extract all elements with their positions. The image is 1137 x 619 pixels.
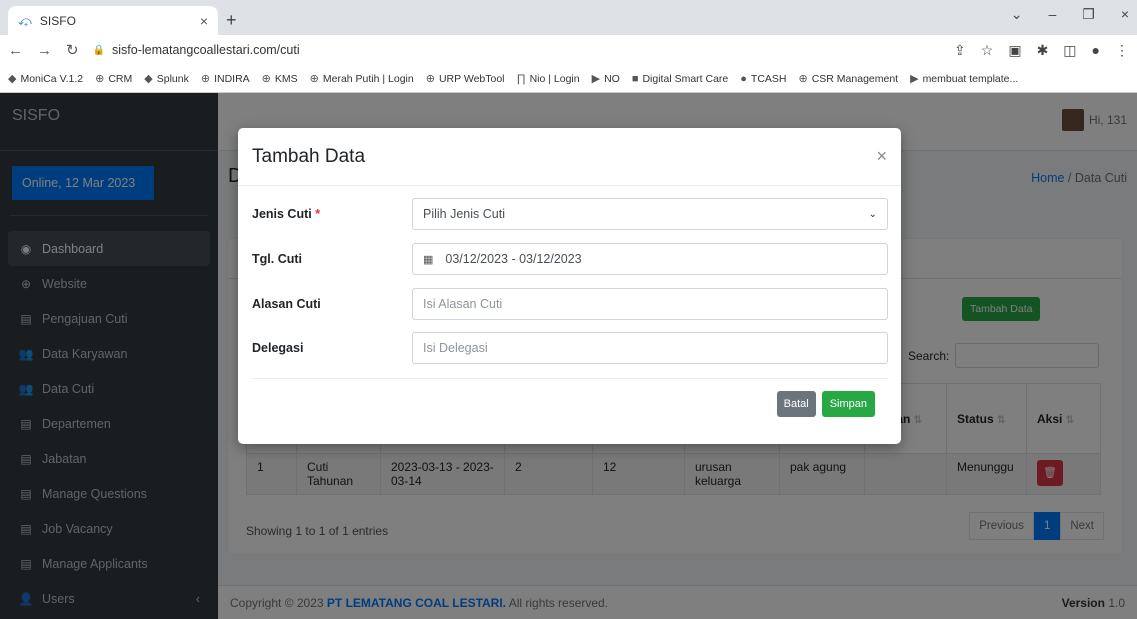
alasan-cuti-input[interactable]: Isi Alasan Cuti	[412, 288, 888, 320]
close-window-icon[interactable]: ×	[1121, 6, 1129, 23]
extension-icon[interactable]: ▣	[1008, 42, 1021, 59]
bookmark-item[interactable]: ● TCASH	[740, 73, 786, 85]
bookmark-item[interactable]: ▶ NO	[591, 72, 620, 86]
bookmark-item[interactable]: ■ Digital Smart Care	[632, 73, 728, 85]
alasan-cuti-label: Alasan Cuti	[252, 297, 321, 311]
bookmark-item[interactable]: ⊕ CRM	[95, 72, 132, 86]
tab-list-chevron-icon[interactable]: ⌄	[1011, 6, 1023, 23]
tgl-cuti-input[interactable]: ▦ 03/12/2023 - 03/12/2023	[412, 243, 888, 275]
browser-tab[interactable]: ⤽ SISFO ×	[8, 6, 218, 35]
menu-dots-icon[interactable]: ⋮	[1115, 42, 1129, 59]
save-button[interactable]: Simpan	[821, 391, 875, 417]
globe-icon: ⊕	[309, 73, 319, 85]
globe-icon: ⊕	[95, 73, 105, 85]
cancel-button[interactable]: Batal	[776, 391, 816, 417]
bookmark-item[interactable]: ∏ Nio | Login	[517, 73, 580, 85]
reload-icon[interactable]: ↻	[66, 41, 79, 59]
restore-icon[interactable]: ❐	[1082, 6, 1095, 23]
sisfo-favicon-icon: ⤽	[18, 12, 32, 28]
share-icon[interactable]: ⇪	[954, 42, 966, 59]
bookmark-item[interactable]: ◆ Splunk	[144, 72, 189, 86]
jenis-cuti-select[interactable]: Pilih Jenis Cuti ⌄	[412, 198, 888, 230]
modal-close-icon[interactable]: ×	[876, 146, 887, 167]
calendar-icon: ▦	[423, 253, 434, 266]
puzzle-icon[interactable]: ✱	[1037, 42, 1049, 59]
browser-tabbar: ⤽ SISFO × + ⌄ – ❐ ×	[0, 0, 1137, 35]
delegasi-row: Delegasi Isi Delegasi	[252, 332, 888, 364]
bookmark-item[interactable]: ⊕ Merah Putih | Login	[309, 72, 414, 86]
address-bar: ← → ↻ 🔒 sisfo-lematangcoallestari.com/cu…	[0, 35, 1137, 65]
bookmark-icon: ◆	[144, 73, 153, 85]
globe-icon: ⊕	[798, 73, 808, 85]
nio-icon: ∏	[516, 72, 526, 85]
tab-title: SISFO	[39, 13, 76, 28]
alasan-cuti-row: Alasan Cuti Isi Alasan Cuti	[252, 288, 888, 320]
back-icon[interactable]: ←	[8, 42, 23, 59]
modal-divider	[252, 378, 888, 379]
bookmark-item[interactable]: ◆ MoniCa V.1.2	[8, 72, 83, 86]
bookmark-item[interactable]: ⊕ URP WebTool	[425, 72, 505, 86]
jenis-cuti-label: Jenis Cuti *	[252, 207, 321, 221]
no-icon: ▶	[591, 73, 601, 85]
tcash-icon: ●	[740, 72, 747, 85]
bookmark-icon: ◆	[8, 73, 17, 85]
delegasi-label: Delegasi	[252, 341, 304, 355]
star-icon[interactable]: ☆	[981, 42, 994, 59]
bookmark-item[interactable]: ▶ membuat template...	[910, 72, 1018, 86]
url-text: sisfo-lematangcoallestari.com/cuti	[112, 43, 300, 57]
bookmark-item[interactable]: ⊕ KMS	[261, 72, 298, 86]
window-controls: ⌄ – ❐ ×	[1011, 6, 1129, 23]
delegasi-input[interactable]: Isi Delegasi	[412, 332, 888, 364]
smart-care-icon: ■	[631, 72, 639, 85]
chevron-down-icon: ⌄	[868, 208, 877, 220]
tgl-cuti-row: Tgl. Cuti ▦ 03/12/2023 - 03/12/2023	[252, 243, 888, 275]
tab-close-icon[interactable]: ×	[200, 13, 208, 29]
tgl-cuti-label: Tgl. Cuti	[252, 252, 302, 266]
profile-icon[interactable]: ●	[1092, 42, 1100, 59]
tambah-data-modal: Tambah Data × Jenis Cuti * Pilih Jenis C…	[238, 128, 901, 444]
browser-actions: ⇪ ☆ ▣ ✱ ◫ ● ⋮	[954, 42, 1129, 59]
modal-actions: Batal Simpan	[776, 391, 875, 417]
lock-icon: 🔒	[92, 44, 106, 56]
new-tab-icon[interactable]: +	[226, 10, 237, 31]
jenis-cuti-row: Jenis Cuti * Pilih Jenis Cuti ⌄	[252, 198, 888, 230]
modal-title: Tambah Data	[252, 145, 366, 167]
url-field[interactable]: 🔒 sisfo-lematangcoallestari.com/cuti	[93, 43, 954, 57]
globe-icon: ⊕	[261, 73, 271, 85]
bookmark-item[interactable]: ⊕ INDIRA	[200, 72, 250, 86]
globe-icon: ⊕	[200, 73, 211, 85]
globe-icon: ⊕	[425, 73, 435, 85]
sidepanel-icon[interactable]: ◫	[1063, 42, 1076, 59]
youtube-icon: ▶	[910, 73, 919, 85]
forward-icon[interactable]: →	[37, 42, 52, 59]
bookmarks-bar: ◆ MoniCa V.1.2 ⊕ CRM ◆ Splunk ⊕ INDIRA ⊕ KMS …	[0, 65, 1137, 93]
minimize-icon[interactable]: –	[1048, 6, 1056, 23]
bookmark-item[interactable]: ⊕ CSR Management	[798, 72, 899, 86]
modal-header: Tambah Data ×	[238, 128, 901, 186]
